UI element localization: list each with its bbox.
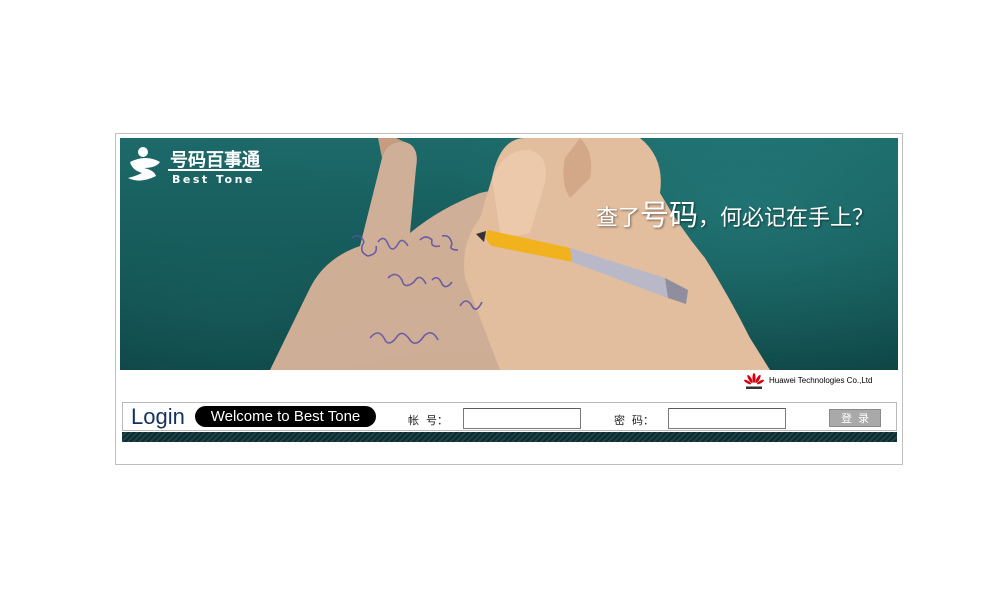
banner: 号码百事通 Best Tone 查了号码，何必记在手上？: [120, 138, 898, 370]
account-input[interactable]: [463, 408, 581, 429]
banner-slogan: 查了号码，何必记在手上？: [596, 192, 874, 234]
login-button[interactable]: 登录: [829, 409, 881, 427]
logo-underline: [168, 169, 262, 171]
slogan-part-1: 查了: [596, 206, 641, 231]
password-label: 密 码：: [614, 414, 654, 427]
slogan-part-3: ，何必记在手上？: [698, 206, 875, 231]
login-bar: Login Welcome to Best Tone 帐 号： 密 码： 登录: [122, 402, 897, 431]
logo-subtitle: Best Tone: [172, 173, 255, 186]
slogan-part-2: 号码: [640, 198, 699, 232]
vendor-text: Huawei Technologies Co.,Ltd: [769, 376, 873, 385]
welcome-badge: Welcome to Best Tone: [195, 406, 376, 427]
login-title: Login: [131, 404, 185, 429]
best-tone-logo: 号码百事通 Best Tone: [126, 144, 266, 186]
logo-mark-icon: [128, 147, 160, 181]
account-label: 帐 号：: [408, 414, 448, 427]
huawei-logo-icon: [743, 373, 765, 389]
password-input[interactable]: [668, 408, 786, 429]
login-frame: 号码百事通 Best Tone 查了号码，何必记在手上？ Huawei Tech…: [115, 133, 903, 465]
vendor-credit: Huawei Technologies Co.,Ltd: [743, 371, 883, 391]
decorative-stripe-bar: [122, 432, 897, 442]
